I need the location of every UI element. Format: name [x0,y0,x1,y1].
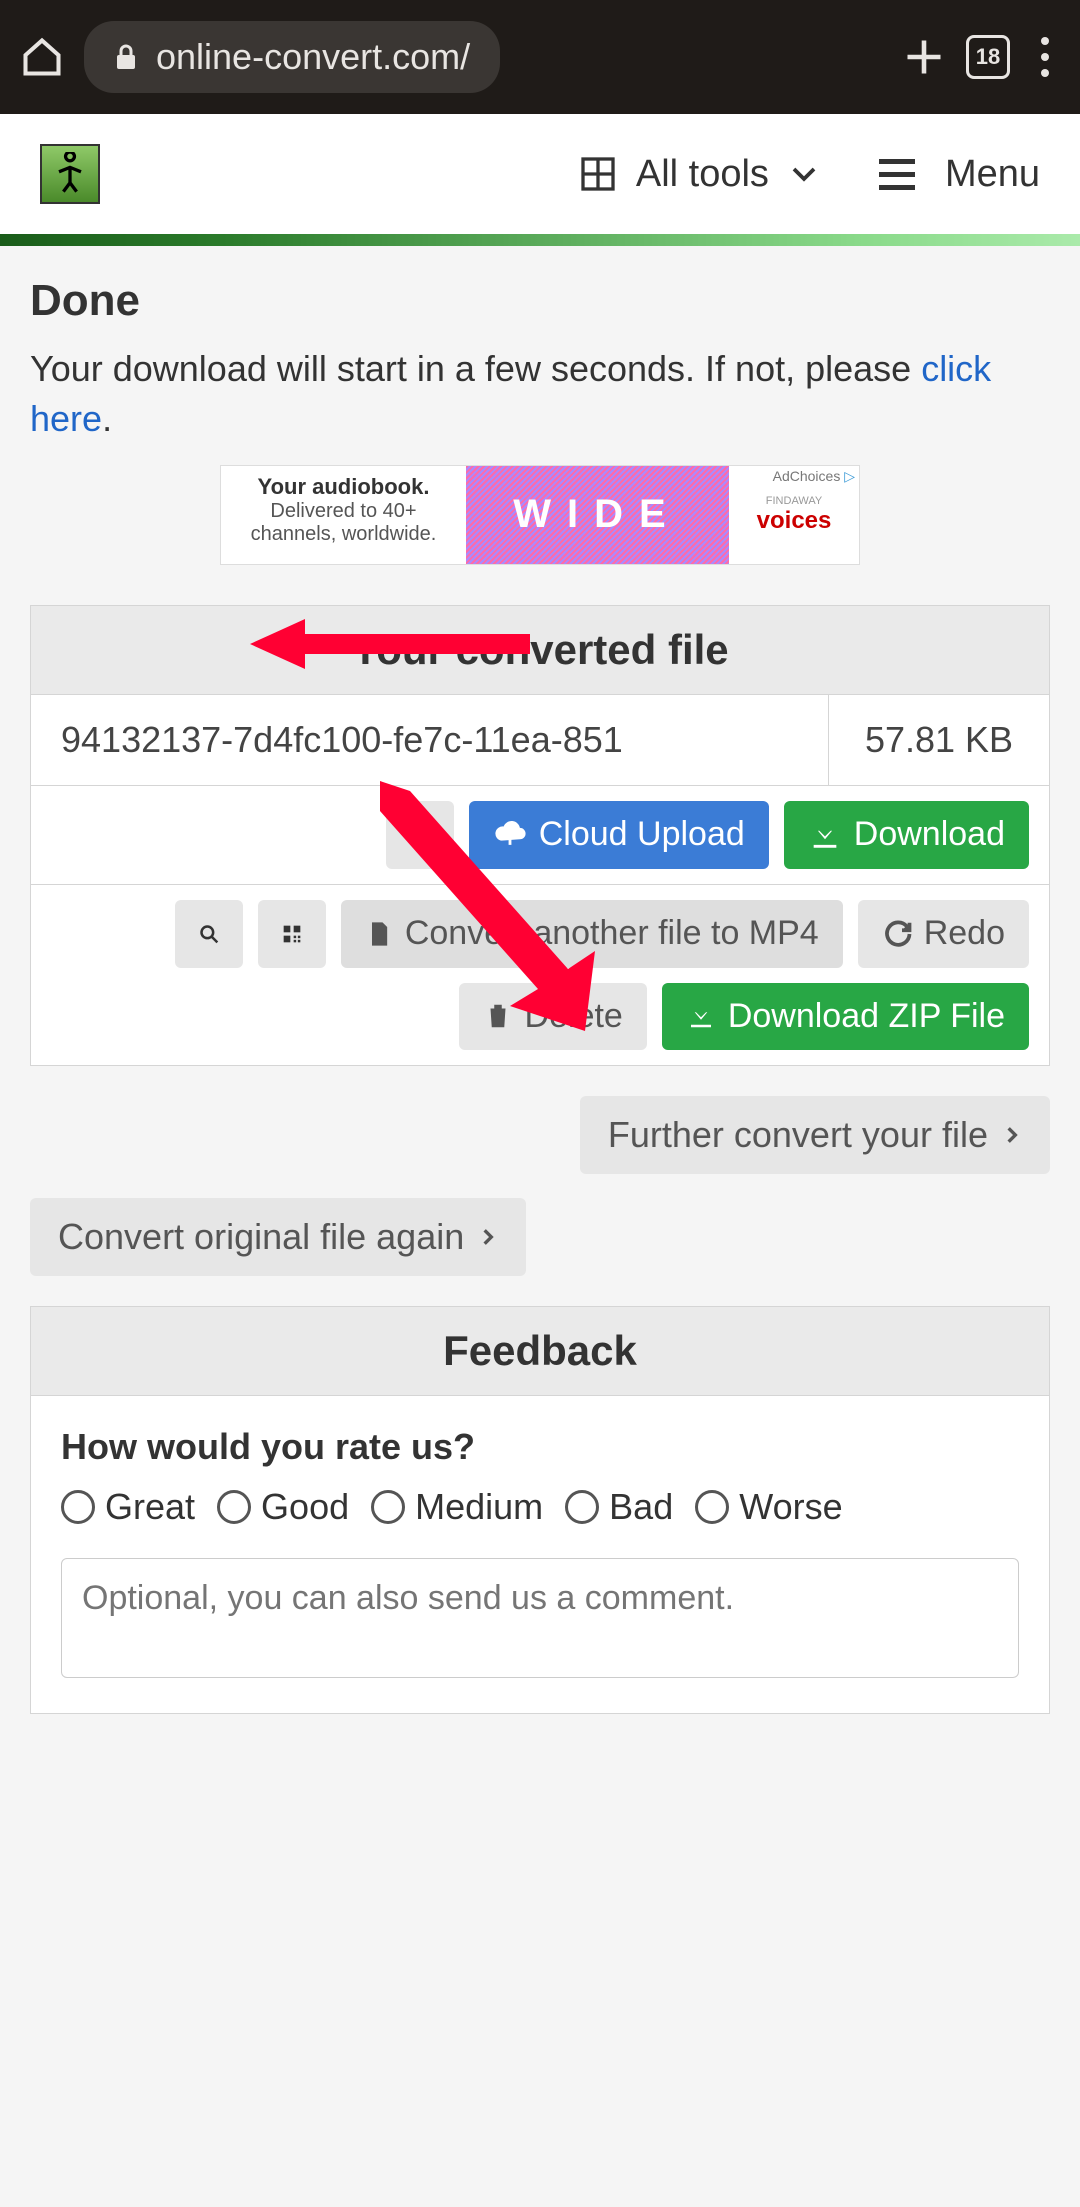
download-message: Your download will start in a few second… [30,344,1050,445]
feedback-title: Feedback [31,1307,1049,1396]
convert-another-label: Convert another file to MP4 [405,914,819,953]
delete-button[interactable]: Delete [459,983,647,1050]
radio-icon [371,1490,405,1524]
convert-again-button[interactable]: Convert original file again [30,1198,526,1276]
rating-option-bad[interactable]: Bad [565,1486,673,1528]
adchoices-label[interactable]: AdChoices ▷ [773,468,855,485]
url-text: online-convert.com/ [156,36,470,78]
color-stripe [0,234,1080,246]
qr-button-large[interactable] [258,900,326,968]
radio-icon [565,1490,599,1524]
all-tools-label: All tools [636,153,769,196]
file-name: 94132137-7d4fc100-fe7c-11ea-851 [31,695,829,785]
rating-option-great[interactable]: Great [61,1486,195,1528]
ad-text-left: Your audiobook. Delivered to 40+ channel… [221,466,466,564]
radio-icon [695,1490,729,1524]
page-title: Done [30,276,1050,326]
rating-option-good[interactable]: Good [217,1486,349,1528]
ad-banner[interactable]: Your audiobook. Delivered to 40+ channel… [220,465,860,565]
comment-input[interactable] [61,1558,1019,1678]
download-button[interactable]: Download [784,801,1029,869]
file-row: 94132137-7d4fc100-fe7c-11ea-851 57.81 KB [31,695,1049,786]
radio-icon [61,1490,95,1524]
download-zip-label: Download ZIP File [728,997,1005,1036]
lock-icon [114,43,138,71]
further-convert-button[interactable]: Further convert your file [580,1096,1050,1174]
chevron-right-icon [1002,1125,1022,1145]
delete-label: Delete [525,997,623,1036]
primary-action-row: Cloud Upload Download [31,786,1049,885]
convert-again-label: Convert original file again [58,1216,464,1258]
chevron-down-icon [789,159,819,189]
converted-panel-title: Your converted file [31,606,1049,695]
site-header: All tools Menu [0,114,1080,234]
new-tab-icon[interactable] [902,35,946,79]
further-convert-label: Further convert your file [608,1114,988,1156]
secondary-action-row: Convert another file to MP4 Redo Delete … [31,885,1049,1065]
grid-icon [580,156,616,192]
feedback-question: How would you rate us? [61,1426,1019,1468]
feedback-panel: Feedback How would you rate us? Great Go… [30,1306,1050,1714]
hamburger-icon[interactable] [879,159,915,190]
more-menu-icon[interactable] [1030,35,1060,79]
convert-another-button[interactable]: Convert another file to MP4 [341,900,843,968]
qr-button-small[interactable] [386,801,454,869]
tab-count-value: 18 [976,44,1000,70]
tab-count-button[interactable]: 18 [966,35,1010,79]
file-size: 57.81 KB [829,695,1049,785]
all-tools-dropdown[interactable]: All tools [580,153,819,196]
redo-label: Redo [924,914,1005,953]
rating-option-worse[interactable]: Worse [695,1486,842,1528]
converted-file-panel: Your converted file 94132137-7d4fc100-fe… [30,605,1050,1066]
ad-center: WIDE [466,466,729,564]
cloud-upload-button[interactable]: Cloud Upload [469,801,769,869]
redo-button[interactable]: Redo [858,900,1029,968]
browser-bar: online-convert.com/ 18 [0,0,1080,114]
url-bar[interactable]: online-convert.com/ [84,21,500,93]
download-label: Download [854,815,1005,854]
cloud-upload-label: Cloud Upload [539,815,745,854]
tertiary-actions: Further convert your file Convert origin… [0,1096,1080,1306]
search-button[interactable] [175,900,243,968]
menu-label[interactable]: Menu [945,153,1040,196]
download-zip-button[interactable]: Download ZIP File [662,983,1029,1050]
radio-icon [217,1490,251,1524]
home-icon[interactable] [20,35,64,79]
rating-radio-group: Great Good Medium Bad Worse [61,1486,1019,1528]
site-logo[interactable] [40,144,100,204]
rating-option-medium[interactable]: Medium [371,1486,543,1528]
chevron-right-icon [478,1227,498,1247]
